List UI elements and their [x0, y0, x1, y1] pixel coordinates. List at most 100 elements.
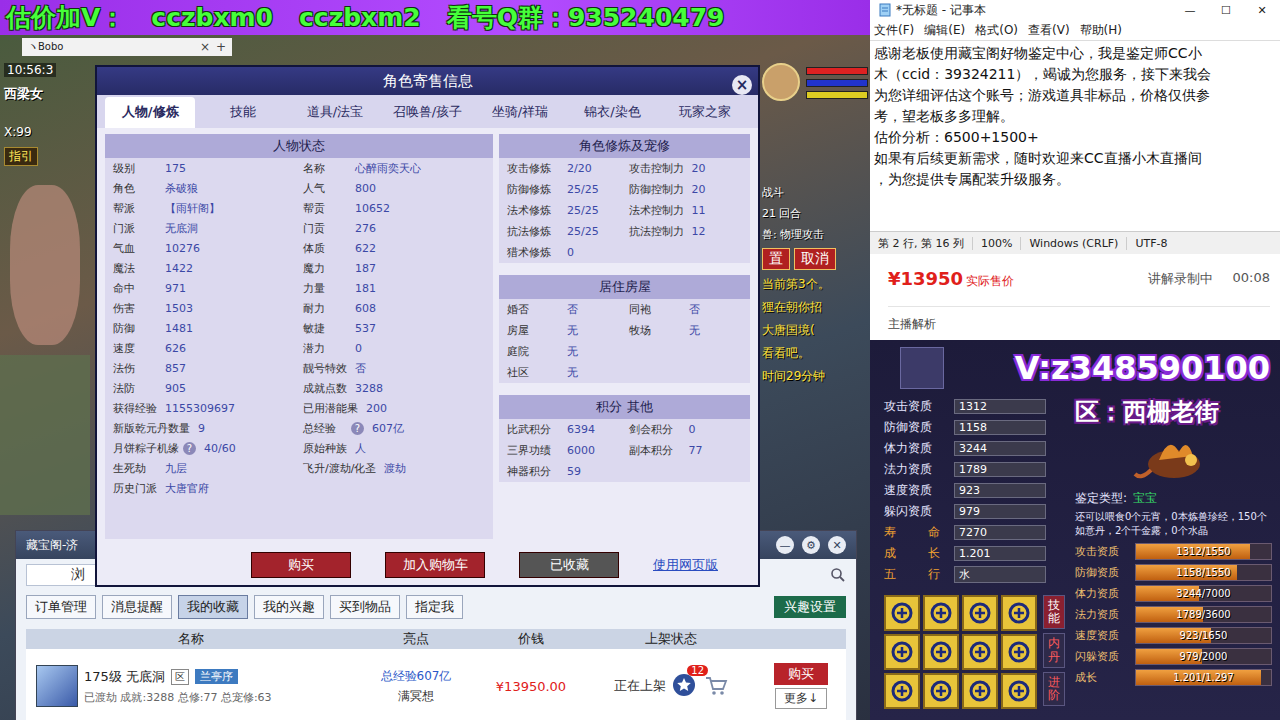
side-tab[interactable]: 进阶 [1043, 672, 1065, 706]
window-control-icon[interactable]: — [776, 536, 794, 554]
guide-button[interactable]: 指引 [4, 147, 38, 166]
more-button[interactable]: 更多↓ [775, 688, 827, 709]
browser-tab[interactable]: ヽBobo×+ [22, 38, 232, 56]
price: ¥13950.00 [496, 679, 566, 694]
menu-item[interactable]: 文件(F) [874, 22, 914, 39]
bar-reading: 1158/1550 [1136, 565, 1271, 580]
skill-icon[interactable] [1001, 673, 1037, 709]
close-icon[interactable]: × [200, 40, 210, 54]
menu-item[interactable]: 帮助(H) [1080, 22, 1122, 39]
tab[interactable]: 道具/法宝 [290, 97, 380, 128]
skill-icon[interactable] [923, 634, 959, 670]
highlight-link[interactable]: 总经验607亿 [381, 668, 452, 685]
tab[interactable]: 指定我 [406, 595, 463, 619]
field-value: 心醉雨奕天心 [355, 161, 421, 176]
tab[interactable]: 订单管理 [26, 595, 96, 619]
buy-button[interactable]: 购买 [774, 663, 828, 685]
field-label: 飞升/渡劫/化圣 [303, 461, 376, 476]
pet-figure-icon [1129, 430, 1219, 488]
skill-icon[interactable] [1001, 634, 1037, 670]
battle-button[interactable]: 置 [762, 248, 790, 270]
stat-value: 水 [954, 566, 1046, 583]
text-area[interactable]: 感谢老板使用藏宝阁好物鉴定中心，我是鉴定师CC小木（ccid：39324211）… [870, 40, 1280, 231]
field-value: 25/25 [567, 204, 599, 217]
skill-icon[interactable] [923, 673, 959, 709]
title-bar: *无标题 - 记事本—☐✕ [870, 0, 1280, 20]
tab[interactable]: 锦衣/染色 [567, 97, 657, 128]
count-badge: 12 [687, 665, 708, 676]
settings-button[interactable]: 兴趣设置 [774, 596, 846, 618]
tab[interactable]: 人物/修炼 [105, 97, 195, 128]
field-value: 无底洞 [165, 221, 198, 236]
tab[interactable]: 买到物品 [330, 595, 400, 619]
dialog-button[interactable]: 购买 [251, 552, 351, 578]
skill-icon[interactable] [923, 595, 959, 631]
text-line: 木（ccid：39324211），竭诚为您服务，接下来我会 [874, 64, 1276, 85]
skill-grid [884, 595, 1037, 709]
field-value: 无 [567, 365, 578, 380]
pet-stat-row: 速度资质923 [884, 480, 1075, 501]
column-header: 名称 [26, 630, 356, 648]
battle-button[interactable]: 取消 [794, 248, 836, 270]
tab[interactable]: 召唤兽/孩子 [382, 97, 472, 128]
pet-panel: V:z348590100攻击资质1312防御资质1158体力资质3244法力资质… [870, 340, 1280, 720]
skills-area: 技能内丹进阶 [884, 595, 1075, 709]
tab[interactable]: 玩家之家 [660, 97, 750, 128]
add-tab-icon[interactable]: + [216, 40, 226, 54]
aptitude-bar: 1158/1550 [1135, 564, 1272, 581]
window-control-icon[interactable]: — [1172, 4, 1208, 17]
help-icon[interactable]: ? [351, 422, 364, 435]
window-control-icon[interactable]: ⚙ [802, 536, 820, 554]
tab[interactable]: 消息提醒 [102, 595, 172, 619]
skill-icon[interactable] [962, 634, 998, 670]
window-control-icon[interactable]: ✕ [828, 536, 846, 554]
menu-item[interactable]: 格式(O) [975, 22, 1018, 39]
cart-icon[interactable] [704, 675, 728, 697]
menu-item[interactable]: 编辑(E) [924, 22, 965, 39]
skill-icon[interactable] [884, 595, 920, 631]
skill-symbol-icon [928, 600, 954, 626]
field-value: 77 [689, 444, 703, 457]
help-icon[interactable]: ? [183, 442, 196, 455]
skill-icon[interactable] [962, 595, 998, 631]
action-cell: 购买更多↓ [756, 663, 846, 709]
chat-text: 狸在朝你招 [762, 299, 866, 316]
chat-text: 大唐国境( [762, 322, 866, 339]
favorite-button[interactable]: 12 [672, 673, 698, 699]
skill-icon[interactable] [962, 673, 998, 709]
dialog-button[interactable]: 已收藏 [519, 552, 619, 578]
battle-buttons: 置取消 [762, 248, 866, 270]
stat-field: 获得经验1155309697 [113, 401, 303, 416]
skill-symbol-icon [1006, 600, 1032, 626]
clock: 10:56:3 [4, 63, 56, 77]
close-button[interactable]: × [732, 75, 752, 95]
tab-bar: 人物/修炼技能道具/法宝召唤兽/孩子坐骑/祥瑞锦衣/染色玩家之家 [97, 95, 758, 128]
skill-icon[interactable] [884, 673, 920, 709]
bar-label: 攻击资质 [1075, 544, 1129, 559]
field-value: 0 [689, 423, 696, 436]
table-row[interactable]: 175级 无底洞区兰亭序已渡劫 成就:3288 总修:77 总宠修:63总经验6… [26, 649, 846, 720]
tab[interactable]: 技能 [197, 97, 287, 128]
field-label: 角色 [113, 181, 157, 196]
search-icon[interactable] [830, 567, 846, 583]
tab[interactable]: 我的收藏 [178, 595, 248, 619]
tab[interactable]: 我的兴趣 [254, 595, 324, 619]
stat-field: 社区无 [507, 365, 629, 380]
web-version-link[interactable]: 使用网页版 [653, 556, 718, 574]
skill-icon[interactable] [1001, 595, 1037, 631]
window-control-icon[interactable]: ✕ [1244, 4, 1280, 17]
stat-row: 帮派【雨轩阁】帮贡10652 [105, 198, 493, 218]
pet-stat-row: 五行水 [884, 564, 1075, 585]
window-control-icon[interactable]: ☐ [1208, 4, 1244, 17]
tab[interactable]: 坐骑/祥瑞 [475, 97, 565, 128]
side-tab[interactable]: 技能 [1043, 595, 1065, 629]
battle-panel: 战斗21 回合兽: 物理攻击置取消当前第3个。狸在朝你招大唐国境(看看吧。时间2… [762, 185, 866, 385]
menu-item[interactable]: 查看(V) [1028, 22, 1070, 39]
dialog-button[interactable]: 加入购物车 [385, 552, 485, 578]
field-label: 名称 [303, 161, 347, 176]
skill-symbol-icon [967, 678, 993, 704]
search-text: 浏 [71, 566, 85, 584]
status-bars [806, 63, 868, 101]
side-tab[interactable]: 内丹 [1043, 633, 1065, 667]
skill-icon[interactable] [884, 634, 920, 670]
